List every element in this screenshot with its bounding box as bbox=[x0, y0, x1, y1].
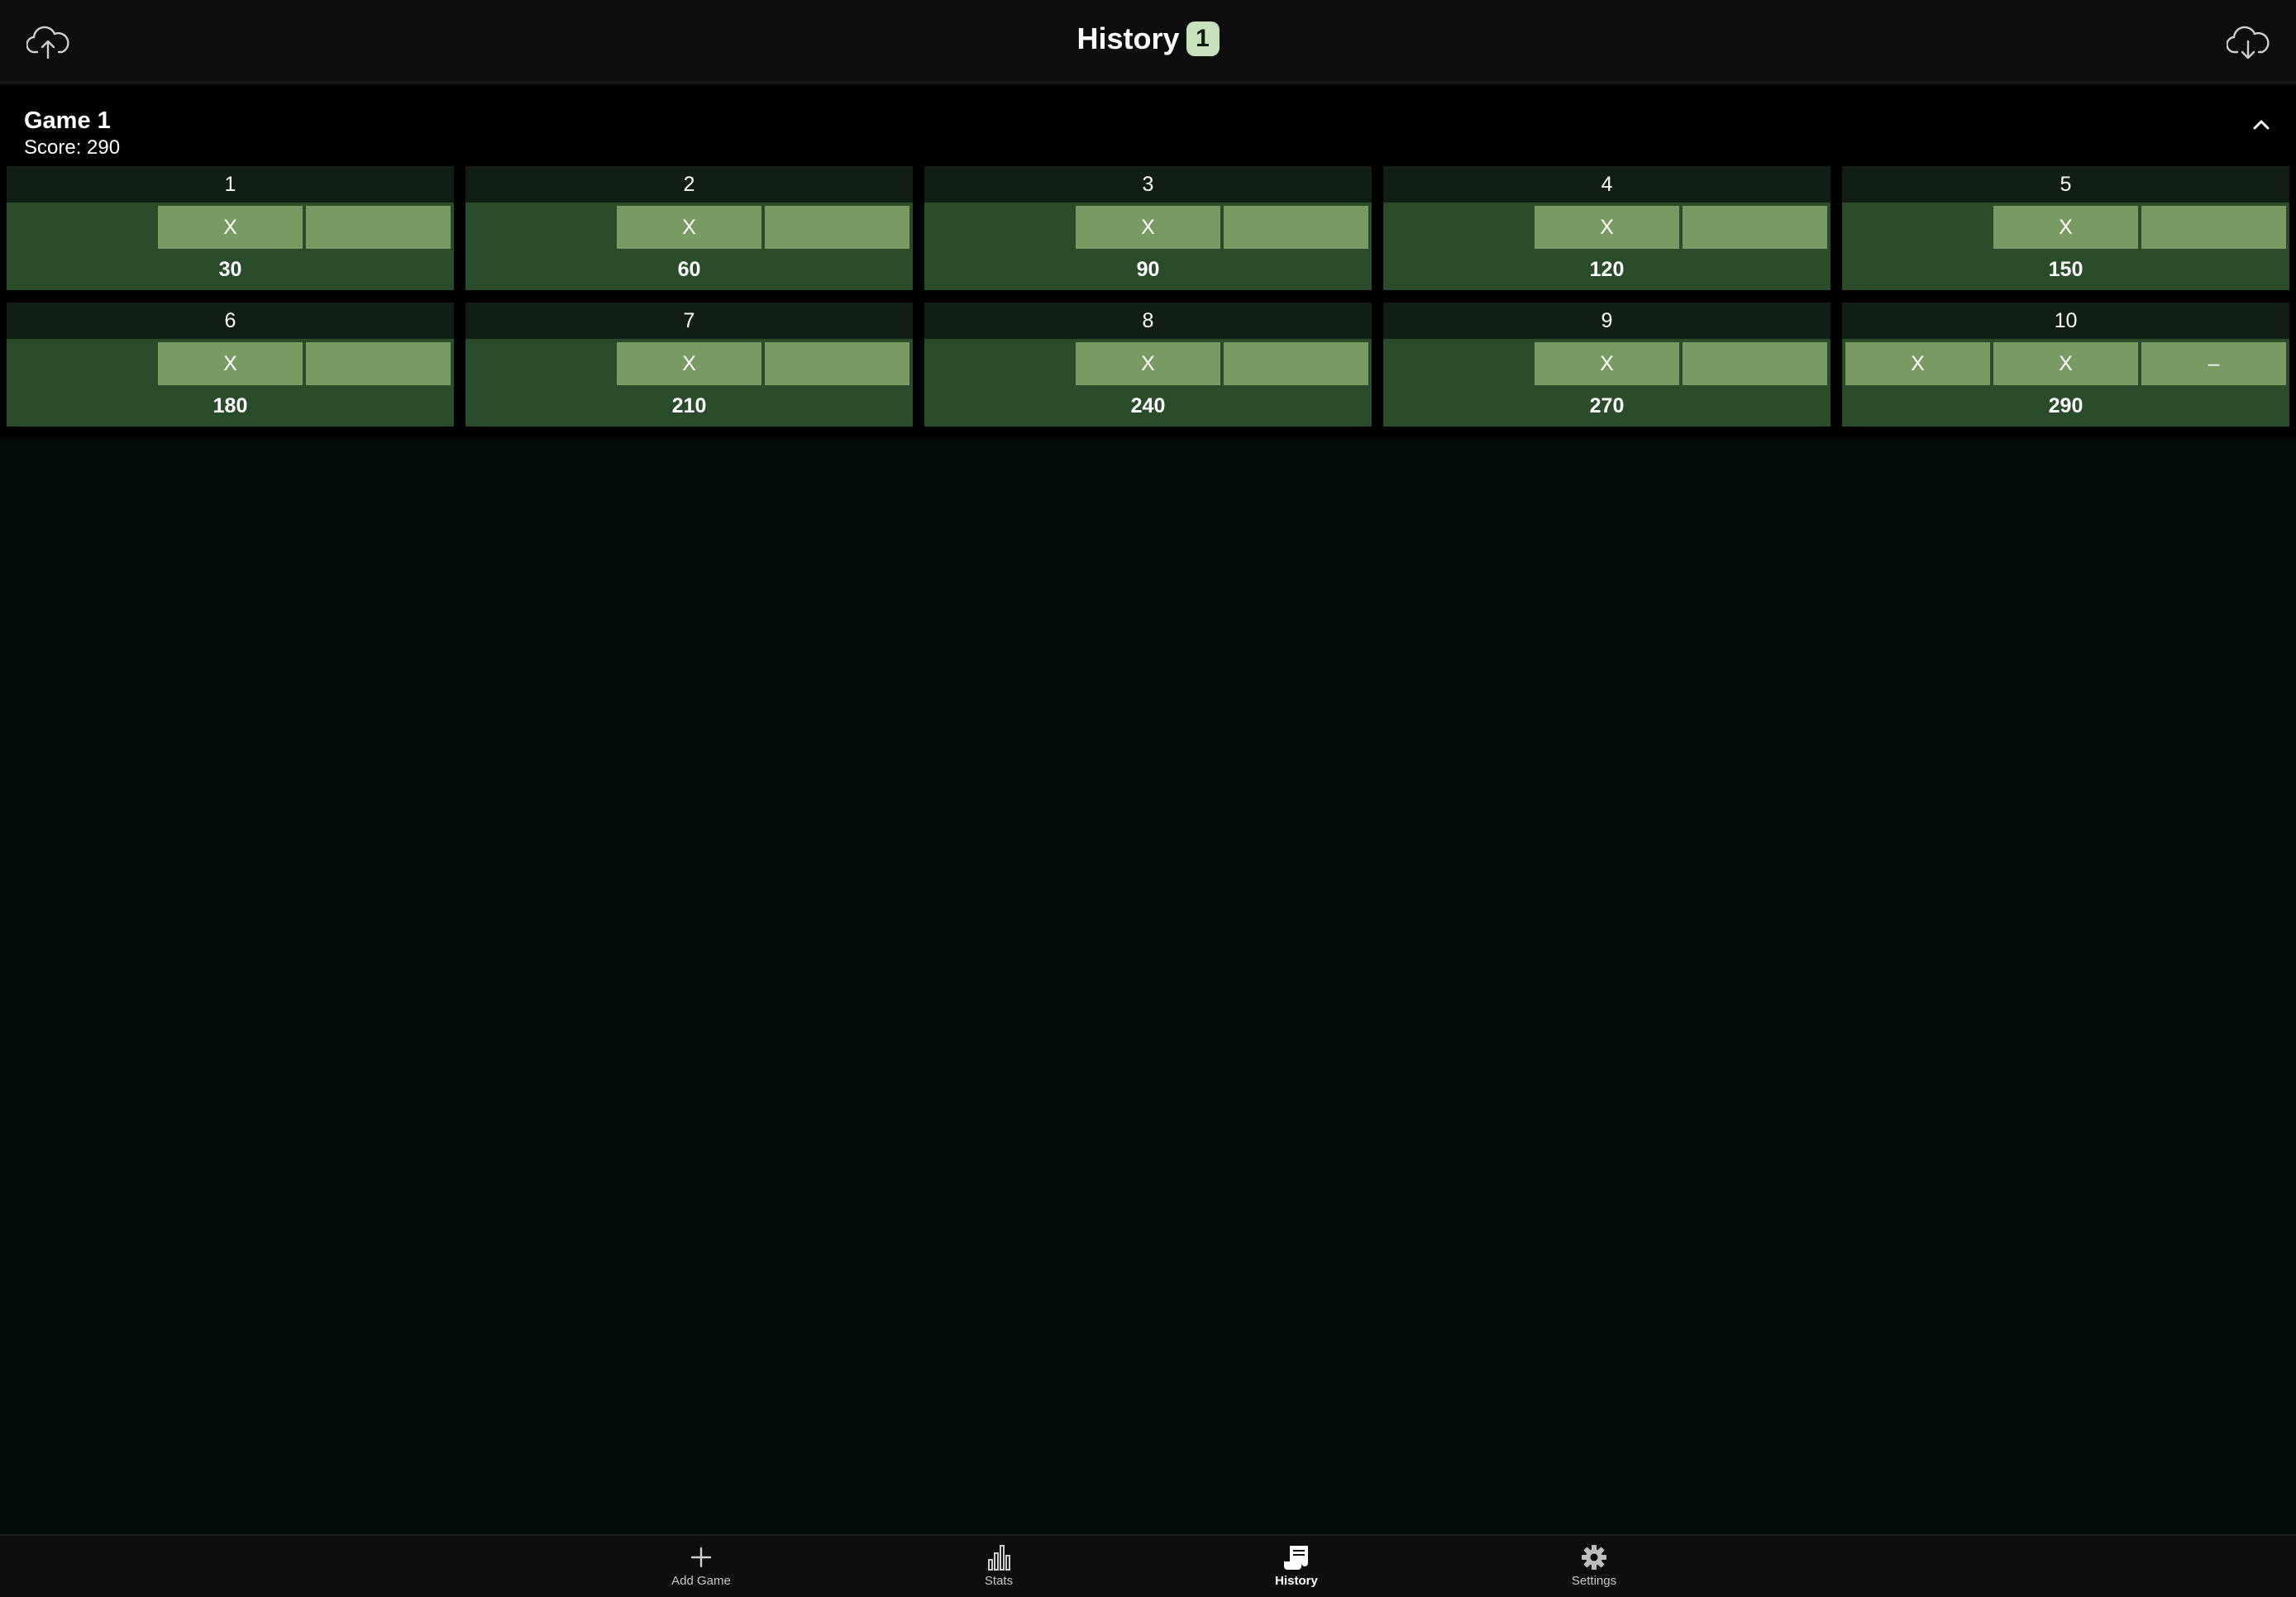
frame-rolls: X bbox=[465, 203, 913, 252]
game-title: Game 1 bbox=[24, 107, 111, 134]
game-score: Score: 290 bbox=[24, 136, 121, 159]
frame-card: 6 X 180 bbox=[7, 303, 454, 427]
frame-number: 8 bbox=[924, 303, 1372, 339]
frame-total: 120 bbox=[1589, 257, 1625, 281]
roll-box: X bbox=[1993, 206, 2138, 249]
roll-box bbox=[928, 342, 1072, 385]
frame-total: 290 bbox=[2048, 393, 2084, 417]
frame-rolls: X bbox=[924, 203, 1372, 252]
frame-card: 3 X 90 bbox=[924, 166, 1372, 290]
roll-box bbox=[928, 206, 1072, 249]
frame-total: 30 bbox=[218, 257, 242, 281]
roll-box: X bbox=[1535, 342, 1679, 385]
roll-box: X bbox=[1076, 206, 1220, 249]
frame-card: 7 X 210 bbox=[465, 303, 913, 427]
roll-box: X bbox=[1076, 342, 1220, 385]
nav-history[interactable]: History bbox=[1230, 1542, 1363, 1595]
scroll-icon bbox=[1280, 1542, 1313, 1572]
frame-card: 5 X 150 bbox=[1842, 166, 2289, 290]
frame-total: 150 bbox=[2048, 257, 2084, 281]
roll-box bbox=[765, 342, 909, 385]
roll-box bbox=[1224, 342, 1368, 385]
roll-box bbox=[10, 342, 155, 385]
frame-card: 1 X 30 bbox=[7, 166, 454, 290]
plus-icon bbox=[685, 1542, 718, 1572]
game-card: Game 1 Score: 290 1 X 30 2 X 60 3 X 90 4 X 120 5 X 150… bbox=[0, 85, 2296, 437]
roll-box: X bbox=[158, 342, 303, 385]
nav-settings[interactable]: Settings bbox=[1528, 1542, 1660, 1595]
nav-settings-label: Settings bbox=[1571, 1574, 1617, 1588]
top-app-bar: History 1 bbox=[0, 0, 2296, 83]
nav-history-label: History bbox=[1275, 1574, 1318, 1588]
frame-card: 8 X 240 bbox=[924, 303, 1372, 427]
frame-number: 2 bbox=[465, 166, 913, 203]
roll-box bbox=[1387, 342, 1531, 385]
frame-total: 240 bbox=[1130, 393, 1166, 417]
frames-grid: 1 X 30 2 X 60 3 X 90 4 X 120 5 X 150 6 X 180 7 X 210 8 X 240 9 X 2… bbox=[7, 166, 2289, 427]
frame-rolls: X bbox=[465, 339, 913, 389]
roll-box: X bbox=[1993, 342, 2138, 385]
frame-card: 9 X 270 bbox=[1383, 303, 1831, 427]
roll-box: X bbox=[1845, 342, 1990, 385]
frame-rolls: X bbox=[1383, 203, 1831, 252]
roll-box bbox=[306, 342, 451, 385]
gear-icon bbox=[1578, 1542, 1611, 1572]
frame-rolls: X bbox=[1842, 203, 2289, 252]
frame-rolls: X bbox=[7, 203, 454, 252]
page-title-group: History 1 bbox=[0, 21, 2296, 56]
frame-rolls: X bbox=[924, 339, 1372, 389]
frame-number: 10 bbox=[1842, 303, 2289, 339]
roll-box bbox=[306, 206, 451, 249]
roll-box: X bbox=[1535, 206, 1679, 249]
frame-total: 210 bbox=[671, 393, 707, 417]
roll-box: X bbox=[158, 206, 303, 249]
frame-number: 4 bbox=[1383, 166, 1831, 203]
frame-card: 2 X 60 bbox=[465, 166, 913, 290]
frame-total: 90 bbox=[1136, 257, 1160, 281]
frame-number: 1 bbox=[7, 166, 454, 203]
roll-box: X bbox=[617, 342, 761, 385]
roll-box bbox=[2141, 206, 2286, 249]
frame-rolls: X bbox=[7, 339, 454, 389]
frame-number: 9 bbox=[1383, 303, 1831, 339]
app-root: History 1 Game 1 Score: 290 1 X 30 2 X 60 3 X 90… bbox=[0, 0, 2296, 1597]
roll-box bbox=[1845, 206, 1990, 249]
roll-box bbox=[10, 206, 155, 249]
cloud-download-icon bbox=[2227, 26, 2270, 60]
history-count-badge: 1 bbox=[1186, 21, 1220, 56]
frame-total: 180 bbox=[212, 393, 248, 417]
frame-card: 10 X X –290 bbox=[1842, 303, 2289, 427]
frame-number: 7 bbox=[465, 303, 913, 339]
frame-total: 270 bbox=[1589, 393, 1625, 417]
frame-number: 6 bbox=[7, 303, 454, 339]
roll-box bbox=[1387, 206, 1531, 249]
page-title: History bbox=[1076, 21, 1180, 55]
bottom-navigation: Add Game Stats History Settings bbox=[0, 1534, 2296, 1597]
roll-box bbox=[1683, 342, 1827, 385]
roll-box bbox=[765, 206, 909, 249]
nav-add-game-label: Add Game bbox=[671, 1574, 731, 1588]
nav-stats[interactable]: Stats bbox=[933, 1542, 1065, 1595]
frame-rolls: X bbox=[1383, 339, 1831, 389]
nav-add-game[interactable]: Add Game bbox=[635, 1542, 767, 1595]
roll-box: – bbox=[2141, 342, 2286, 385]
roll-box bbox=[1683, 206, 1827, 249]
collapse-button[interactable] bbox=[2245, 108, 2278, 141]
frame-number: 3 bbox=[924, 166, 1372, 203]
roll-box: X bbox=[617, 206, 761, 249]
download-button[interactable] bbox=[2218, 17, 2278, 68]
chevron-up-icon bbox=[2253, 120, 2270, 130]
frame-rolls: X X – bbox=[1842, 339, 2289, 389]
roll-box bbox=[469, 206, 613, 249]
frame-number: 5 bbox=[1842, 166, 2289, 203]
frame-total: 60 bbox=[677, 257, 701, 281]
nav-stats-label: Stats bbox=[984, 1574, 1014, 1588]
frame-card: 4 X 120 bbox=[1383, 166, 1831, 290]
bar-chart-icon bbox=[982, 1542, 1015, 1572]
roll-box bbox=[1224, 206, 1368, 249]
roll-box bbox=[469, 342, 613, 385]
